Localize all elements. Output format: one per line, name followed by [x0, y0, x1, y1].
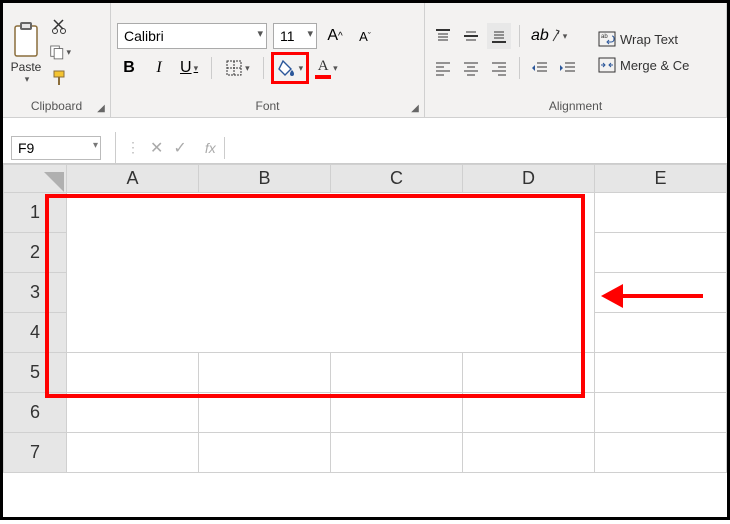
- column-header[interactable]: D: [463, 165, 595, 193]
- cell[interactable]: [595, 433, 727, 473]
- chevron-down-icon[interactable]: ▾: [563, 31, 568, 42]
- clipboard-group-label: Clipboard: [9, 97, 104, 115]
- align-middle-button[interactable]: [459, 23, 483, 49]
- cancel-formula-button[interactable]: ✕: [150, 138, 163, 158]
- cell[interactable]: [331, 393, 463, 433]
- italic-button[interactable]: I: [147, 55, 171, 81]
- alignment-group-label: Alignment: [431, 97, 720, 115]
- cell[interactable]: [199, 313, 331, 353]
- select-all-corner[interactable]: [4, 165, 67, 193]
- cell[interactable]: [331, 233, 463, 273]
- chevron-down-icon[interactable]: ▾: [93, 140, 98, 151]
- spreadsheet-grid[interactable]: A B C D E 1 2 3 4 5 6 7: [3, 164, 727, 473]
- cell[interactable]: [199, 273, 331, 313]
- row-header[interactable]: 2: [4, 233, 67, 273]
- cell[interactable]: [67, 393, 199, 433]
- row-header[interactable]: 7: [4, 433, 67, 473]
- row-header[interactable]: 1: [4, 193, 67, 233]
- merge-center-label: Merge & Ce: [620, 58, 689, 73]
- chevron-down-icon[interactable]: ▾: [25, 74, 30, 85]
- row-header[interactable]: 4: [4, 313, 67, 353]
- font-name-select[interactable]: [117, 23, 267, 49]
- font-color-button[interactable]: A ▾: [312, 55, 341, 81]
- column-header[interactable]: C: [331, 165, 463, 193]
- wrap-text-label: Wrap Text: [620, 32, 678, 47]
- fx-options-icon[interactable]: ⋮: [126, 139, 140, 156]
- cell[interactable]: [463, 313, 595, 353]
- formula-bar-input[interactable]: [224, 137, 727, 159]
- chevron-down-icon[interactable]: ▾: [299, 63, 304, 74]
- row-header[interactable]: 3: [4, 273, 67, 313]
- cell[interactable]: [67, 193, 199, 233]
- column-header[interactable]: E: [595, 165, 727, 193]
- align-top-button[interactable]: [431, 23, 455, 49]
- cell[interactable]: [331, 273, 463, 313]
- cell[interactable]: [595, 353, 727, 393]
- align-center-button[interactable]: [459, 55, 483, 81]
- decrease-font-size-button[interactable]: Aˇ: [353, 23, 377, 49]
- chevron-down-icon[interactable]: ▾: [66, 47, 71, 58]
- cell[interactable]: [331, 353, 463, 393]
- svg-text:ab: ab: [601, 34, 608, 40]
- annotation-arrow: [601, 284, 703, 308]
- decrease-indent-button[interactable]: [528, 55, 552, 81]
- merge-center-button[interactable]: Merge & Ce: [596, 55, 691, 75]
- cell[interactable]: [199, 353, 331, 393]
- cell[interactable]: [67, 233, 199, 273]
- cell[interactable]: [67, 433, 199, 473]
- increase-font-size-button[interactable]: A^: [323, 23, 347, 49]
- cell[interactable]: [463, 433, 595, 473]
- cell[interactable]: [595, 393, 727, 433]
- chevron-down-icon[interactable]: ▾: [245, 63, 250, 74]
- align-right-button[interactable]: [487, 55, 511, 81]
- cell[interactable]: [199, 233, 331, 273]
- cell[interactable]: [67, 273, 199, 313]
- cell[interactable]: [463, 193, 595, 233]
- chevron-down-icon[interactable]: ▾: [194, 63, 199, 74]
- cell[interactable]: [463, 353, 595, 393]
- increase-indent-button[interactable]: [556, 55, 580, 81]
- cell[interactable]: [199, 193, 331, 233]
- cell[interactable]: [463, 233, 595, 273]
- row-header[interactable]: 5: [4, 353, 67, 393]
- row-header[interactable]: 6: [4, 393, 67, 433]
- bold-button[interactable]: B: [117, 55, 141, 81]
- fx-label[interactable]: fx: [205, 140, 216, 156]
- cut-button[interactable]: [49, 15, 71, 37]
- paste-label: Paste: [11, 60, 42, 74]
- copy-button[interactable]: ▾: [49, 41, 71, 63]
- orientation-button[interactable]: ab▾: [528, 23, 570, 49]
- chevron-down-icon[interactable]: ▾: [333, 63, 338, 74]
- cell[interactable]: [463, 393, 595, 433]
- borders-button[interactable]: ▾: [222, 55, 253, 81]
- paste-button[interactable]: Paste ▾: [9, 20, 43, 85]
- cell[interactable]: [463, 273, 595, 313]
- enter-formula-button[interactable]: ✓: [173, 138, 186, 158]
- cell[interactable]: [199, 393, 331, 433]
- format-painter-button[interactable]: [49, 67, 71, 89]
- column-header[interactable]: B: [199, 165, 331, 193]
- cell[interactable]: [331, 193, 463, 233]
- clipboard-dialog-launcher[interactable]: ◢: [94, 101, 108, 115]
- name-box[interactable]: F9 ▾: [11, 136, 101, 160]
- align-left-button[interactable]: [431, 55, 455, 81]
- cell[interactable]: [331, 313, 463, 353]
- cell[interactable]: [67, 313, 199, 353]
- column-header[interactable]: A: [67, 165, 199, 193]
- font-size-select[interactable]: [273, 23, 317, 49]
- cell[interactable]: [67, 353, 199, 393]
- wrap-text-button[interactable]: ab Wrap Text: [596, 29, 691, 49]
- font-dialog-launcher[interactable]: ◢: [408, 101, 422, 115]
- cell[interactable]: [595, 193, 727, 233]
- name-box-value: F9: [18, 140, 34, 156]
- cell[interactable]: [331, 433, 463, 473]
- cell[interactable]: [595, 233, 727, 273]
- cell[interactable]: [199, 433, 331, 473]
- font-group-label: Font: [117, 97, 418, 115]
- underline-button[interactable]: U▾: [177, 55, 201, 81]
- align-bottom-button[interactable]: [487, 23, 511, 49]
- fill-color-button[interactable]: ▾: [274, 55, 307, 81]
- cell[interactable]: [595, 313, 727, 353]
